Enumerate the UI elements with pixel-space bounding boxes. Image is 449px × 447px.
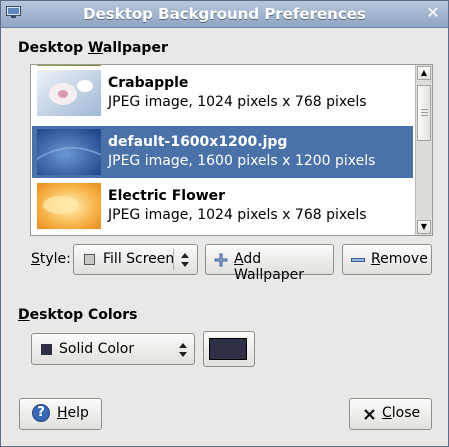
- plus-icon: [214, 253, 228, 267]
- color-swatch: [209, 338, 247, 360]
- wallpaper-description: JPEG image, 1024 pixels x 768 pixels: [108, 207, 367, 223]
- remove-button[interactable]: Remove: [342, 244, 432, 275]
- wallpaper-name: default-1600x1200.jpg: [108, 134, 288, 150]
- scroll-up-icon[interactable]: ▲: [417, 66, 431, 80]
- wallpaper-name: Electric Flower: [108, 188, 226, 204]
- close-icon: [364, 409, 375, 420]
- help-label: Help: [57, 405, 89, 421]
- close-label: Close: [382, 405, 421, 421]
- vertical-scrollbar[interactable]: ▲ ▼: [415, 65, 432, 235]
- add-wallpaper-label: Add Wallpaper: [234, 251, 305, 283]
- list-item[interactable]: Crabapple JPEG image, 1024 pixels x 768 …: [32, 67, 413, 119]
- list-item[interactable]: Electric Flower JPEG image, 1024 pixels …: [32, 180, 413, 232]
- add-wallpaper-button[interactable]: Add Wallpaper: [205, 244, 334, 283]
- colors-section-title: Desktop Colors: [18, 307, 138, 323]
- help-button[interactable]: ? Help: [19, 398, 102, 430]
- wallpaper-thumbnail: [37, 65, 101, 66]
- fill-screen-icon: [84, 254, 95, 265]
- list-item-selected[interactable]: default-1600x1200.jpg JPEG image, 1600 p…: [32, 126, 413, 178]
- title-bar[interactable]: Desktop Background Preferences ✕: [1, 1, 448, 28]
- solid-color-icon: [41, 344, 52, 355]
- wallpaper-thumbnail: [37, 70, 101, 116]
- wallpaper-section-title: Desktop Wallpaper: [18, 40, 168, 56]
- style-value: Fill Screen: [103, 251, 175, 267]
- help-icon: ?: [32, 404, 50, 422]
- remove-label: Remove: [371, 251, 428, 267]
- scrollbar-thumb[interactable]: [417, 85, 431, 141]
- wallpaper-thumbnail: [37, 129, 101, 175]
- wallpaper-list[interactable]: Crabapple JPEG image, 1024 pixels x 768 …: [30, 64, 433, 236]
- window-title: Desktop Background Preferences: [83, 5, 366, 23]
- wallpaper-name: Crabapple: [108, 75, 189, 91]
- wallpaper-description: JPEG image, 1024 pixels x 768 pixels: [108, 94, 367, 110]
- scroll-down-icon[interactable]: ▼: [417, 220, 431, 234]
- style-label: Style:: [31, 251, 71, 267]
- up-down-arrows-icon: [181, 253, 189, 267]
- style-combo[interactable]: Fill Screen: [73, 244, 198, 275]
- wallpaper-thumbnail: [37, 183, 101, 229]
- color-mode-combo[interactable]: Solid Color: [31, 333, 195, 365]
- up-down-arrows-icon: [179, 343, 187, 357]
- close-button[interactable]: Close: [349, 398, 432, 430]
- preferences-window: Desktop Background Preferences ✕ Desktop…: [0, 0, 449, 447]
- color-mode-value: Solid Color: [59, 341, 135, 357]
- close-window-icon[interactable]: ✕: [424, 4, 442, 22]
- wallpaper-description: JPEG image, 1600 pixels x 1200 pixels: [108, 153, 376, 169]
- minus-icon: [351, 258, 365, 262]
